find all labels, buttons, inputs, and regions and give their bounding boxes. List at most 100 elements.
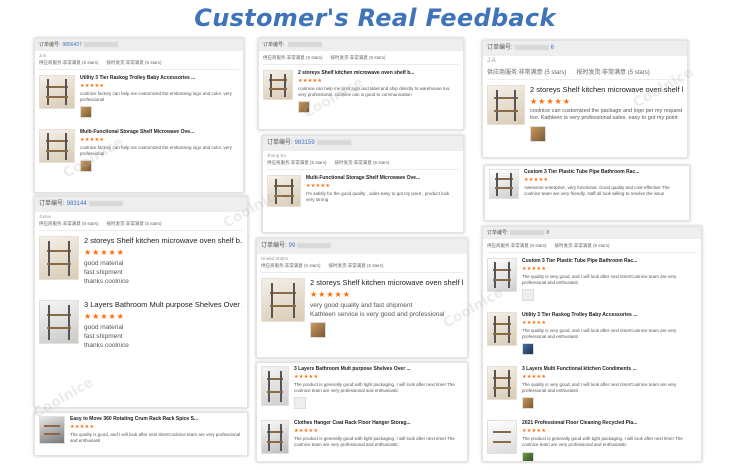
rating-line: 供应商服务:非常满意 (5 stars) 按时发货:非常满意 (5 stars) xyxy=(263,55,386,60)
redacted-text xyxy=(88,200,123,206)
order-id[interactable]: 9856437 xyxy=(62,42,81,48)
product-title[interactable]: Multi-Functional Storage Shelf Microwave… xyxy=(306,175,459,181)
product-thumbnail[interactable] xyxy=(487,85,525,125)
buyer-name: United States xyxy=(261,256,289,261)
product-thumbnail[interactable] xyxy=(261,366,289,406)
product-title[interactable]: 2 storeys Shelf kitchen microwave oven s… xyxy=(310,278,463,287)
rating-line: 供应商服务:非常满意 (5 stars) 按时发货:非常满意 (5 stars) xyxy=(39,221,162,226)
review-item: Clothes Hanger Coat Rack Floor Hanger St… xyxy=(257,417,467,457)
product-title[interactable]: 3 Layers Bathroom Mult purpose Shelves O… xyxy=(294,366,463,372)
redacted-text xyxy=(316,139,351,145)
divider xyxy=(39,69,239,70)
review-comment: The quality is very good, and I will loo… xyxy=(522,274,677,286)
review-photo[interactable] xyxy=(310,322,326,339)
product-title[interactable]: 3 Layers Bathroom Mult purpose Shelves O… xyxy=(84,300,243,309)
product-thumbnail[interactable] xyxy=(489,169,519,199)
product-thumbnail[interactable] xyxy=(39,129,75,164)
product-thumbnail[interactable] xyxy=(39,416,65,444)
star-rating: ★★★★★ xyxy=(80,83,105,89)
order-bar: 订单编号: 99 xyxy=(257,239,467,254)
review-comment-line: thanks coolnice xyxy=(84,342,129,350)
order-id[interactable]: 99 xyxy=(289,243,296,249)
redacted-text xyxy=(83,42,118,48)
redacted-text xyxy=(288,42,323,48)
product-thumbnail[interactable] xyxy=(267,175,301,207)
review-photo[interactable] xyxy=(294,397,306,410)
order-id[interactable]: 983159 xyxy=(295,140,315,146)
product-thumbnail[interactable] xyxy=(263,70,293,100)
review-photo[interactable] xyxy=(298,101,310,114)
product-title[interactable]: Multi-Functional Storage Shelf Microwave… xyxy=(80,129,239,135)
rating-line: 供应商服务:非常满意 (5 stars) 按时发货:非常满意 (5 stars) xyxy=(39,60,162,65)
order-id[interactable]: 983144 xyxy=(67,201,87,207)
review-photo[interactable] xyxy=(530,125,546,142)
review-item: 2 storeys Shelf kitchen microwave oven s… xyxy=(483,82,687,150)
product-thumbnail[interactable] xyxy=(487,366,517,401)
product-title[interactable]: Easy to Move 360 Rotating Crum Rack Rack… xyxy=(70,416,243,422)
product-title[interactable]: Custom 3 Tier Plastic Tube Pipe Bathroom… xyxy=(524,169,685,175)
product-title[interactable]: 2 storeys Shelf kitchen microwave oven s… xyxy=(298,70,459,76)
order-id[interactable]: 6 xyxy=(551,45,554,51)
order-bar: 订单编号: xyxy=(259,39,463,51)
review-item: Custom 3 Tier Plastic Tube Pipe Bathroom… xyxy=(483,255,701,309)
product-thumbnail[interactable] xyxy=(39,236,79,280)
product-title[interactable]: Custom 3 Tier Plastic Tube Pipe Bathroom… xyxy=(522,258,697,264)
buyer-name: J.A xyxy=(487,58,496,64)
star-rating: ★★★★★ xyxy=(70,424,95,430)
buyer-name: Jon xyxy=(39,53,47,58)
star-rating: ★★★★★ xyxy=(530,97,571,106)
product-thumbnail[interactable] xyxy=(39,300,79,345)
order-id[interactable]: 8 xyxy=(546,230,549,236)
product-title[interactable]: Clothes Hanger Coat Rack Floor Hanger St… xyxy=(294,420,463,426)
review-item: 3 Layers Multi Functional kitchen Condim… xyxy=(483,363,701,417)
buyer-name: Jamie xyxy=(39,214,52,219)
rating-line: 供应商服务:非常满意 (5 stars) 按时发货:非常满意 (5 stars) xyxy=(261,263,384,268)
order-bar: 订单编号: 983144 xyxy=(35,197,247,212)
review-comment: Awesome enterprise, very functional. Goo… xyxy=(524,185,670,197)
review-photo[interactable] xyxy=(522,289,534,302)
review-photo[interactable] xyxy=(522,343,534,356)
product-title[interactable]: 2021 Professional Floor Cleaning Recycle… xyxy=(522,420,697,426)
star-rating: ★★★★★ xyxy=(306,183,331,189)
divider xyxy=(39,230,243,231)
review-comment: coolnice factory can help me customized … xyxy=(80,91,232,103)
product-thumbnail[interactable] xyxy=(487,420,517,455)
review-comment-line: fast shipment xyxy=(84,333,123,341)
star-rating: ★★★★★ xyxy=(524,177,549,183)
review-item: 3 Layers Bathroom Mult purpose Shelves O… xyxy=(257,363,467,417)
review-item: 2 storeys Shelf kitchen microwave oven s… xyxy=(35,233,247,289)
star-rating: ★★★★★ xyxy=(522,374,547,381)
product-thumbnail[interactable] xyxy=(261,278,305,322)
product-title[interactable]: 2 storeys Shelf kitchen microwave oven s… xyxy=(530,85,683,94)
order-label: 订单编号: xyxy=(39,42,61,48)
review-panel: Easy to Move 360 Rotating Crum Rack Rack… xyxy=(34,412,248,456)
review-comment-line: good material xyxy=(84,324,124,332)
product-thumbnail[interactable] xyxy=(39,75,75,109)
review-photo[interactable] xyxy=(522,451,534,461)
review-comment-line: very good quality and fast shipment xyxy=(310,302,413,309)
star-rating: ★★★★★ xyxy=(294,428,319,435)
review-comment-line: Kathleen service is very good and profes… xyxy=(310,311,445,319)
star-rating: ★★★★★ xyxy=(522,266,547,272)
review-panel: 订单编号: 9856437 Jon 供应商服务:非常满意 (5 stars) 按时… xyxy=(34,38,244,193)
product-thumbnail[interactable] xyxy=(261,420,289,455)
review-panel: 订单编号: 供应商服务:非常满意 (5 stars) 按时发货:非常满意 (5 … xyxy=(258,38,464,130)
product-title[interactable]: Utility 3 Tier Raskog Trolley Baby Acces… xyxy=(80,75,239,81)
order-bar: 订单编号: 6 xyxy=(483,41,687,56)
product-thumbnail[interactable] xyxy=(487,312,517,347)
rating-line: 供应商服务:非常满意 (5 stars) 按时发货:非常满意 (5 stars) xyxy=(487,243,610,248)
review-comment: coolnice can help me print logo and labe… xyxy=(298,86,451,98)
star-rating: ★★★★★ xyxy=(294,374,319,380)
review-photo[interactable] xyxy=(80,160,92,173)
review-comment: coolnice factory can help me customized … xyxy=(80,145,232,157)
star-rating: ★★★★★ xyxy=(84,248,125,257)
review-comment-line: fast shipment xyxy=(84,269,123,277)
redacted-text xyxy=(514,44,549,50)
product-title[interactable]: 2 storeys Shelf kitchen microwave oven s… xyxy=(84,236,243,245)
star-rating: ★★★★★ xyxy=(310,290,351,299)
product-thumbnail[interactable] xyxy=(487,258,517,292)
product-title[interactable]: Utility 3 Tier Raskog Trolley Baby Acces… xyxy=(522,312,697,318)
review-photo[interactable] xyxy=(522,397,534,410)
product-title[interactable]: 3 Layers Multi Functional kitchen Condim… xyxy=(522,366,697,372)
review-photo[interactable] xyxy=(80,106,92,119)
